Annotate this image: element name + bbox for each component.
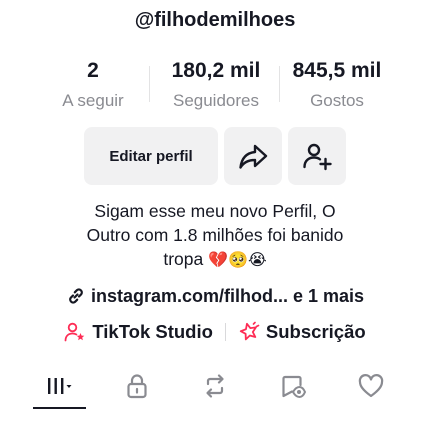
share-arrow-icon (239, 144, 268, 169)
profile-stats: 2 A seguir 180,2 mil Seguidores 845,5 mi… (0, 58, 430, 114)
profile-tabs (0, 365, 430, 411)
tab-videos[interactable] (26, 365, 92, 407)
bio-line: tropa 💔🥺😭 (40, 247, 390, 272)
tab-private[interactable] (104, 365, 170, 407)
profile-link[interactable]: instagram.com/filhod... e 1 mais (0, 283, 430, 309)
stat-followers[interactable]: 180,2 mil Seguidores (158, 58, 274, 114)
following-label: A seguir (62, 91, 124, 110)
subscription-label: Subscrição (265, 321, 366, 342)
likes-label: Gostos (310, 91, 364, 110)
stat-following[interactable]: 2 A seguir (52, 58, 134, 114)
likes-count: 845,5 mil (292, 59, 382, 82)
videos-grid-icon (48, 378, 72, 394)
bio-emojis: 💔🥺😭 (208, 250, 267, 269)
creator-tools: TikTok Studio Subscrição (0, 319, 430, 345)
tiktok-studio-button[interactable]: TikTok Studio (64, 321, 213, 343)
stat-divider (279, 66, 280, 102)
stat-divider (149, 66, 150, 102)
add-user-icon (303, 143, 332, 171)
subscription-button[interactable]: Subscrição (238, 321, 366, 343)
link-icon (69, 288, 83, 304)
tools-divider (224, 323, 226, 341)
edit-profile-button[interactable]: Editar perfil (84, 127, 218, 185)
reposts-icon (206, 374, 224, 398)
active-tab-indicator (33, 407, 86, 409)
profile-actions: Editar perfil (0, 127, 430, 185)
bio-line: Outro com 1.8 milhões foi banido (86, 225, 344, 245)
private-lock-icon (127, 374, 147, 399)
studio-person-icon (64, 322, 85, 342)
following-count: 2 (87, 59, 99, 82)
profile-link-text: instagram.com/filhod... e 1 mais (90, 285, 365, 306)
tab-liked[interactable] (338, 365, 404, 407)
followers-label: Seguidores (172, 91, 259, 110)
bio-text: tropa (163, 249, 204, 269)
add-friend-button[interactable] (288, 127, 346, 185)
profile-bio: Sigam esse meu novo Perfil, O Outro com … (40, 199, 390, 272)
profile-username: @filhodemilhoes (134, 9, 296, 31)
tab-reposts[interactable] (182, 365, 248, 407)
tab-favorites[interactable] (260, 365, 326, 407)
followers-count: 180,2 mil (171, 59, 261, 82)
share-profile-button[interactable] (224, 127, 282, 185)
liked-heart-icon (358, 374, 384, 398)
bio-line: Sigam esse meu novo Perfil, O (94, 201, 336, 221)
tiktok-studio-label: TikTok Studio (92, 321, 213, 342)
stat-likes[interactable]: 845,5 mil Gostos (282, 58, 392, 114)
favorites-icon (282, 375, 307, 399)
subscription-star-icon (239, 321, 260, 341)
